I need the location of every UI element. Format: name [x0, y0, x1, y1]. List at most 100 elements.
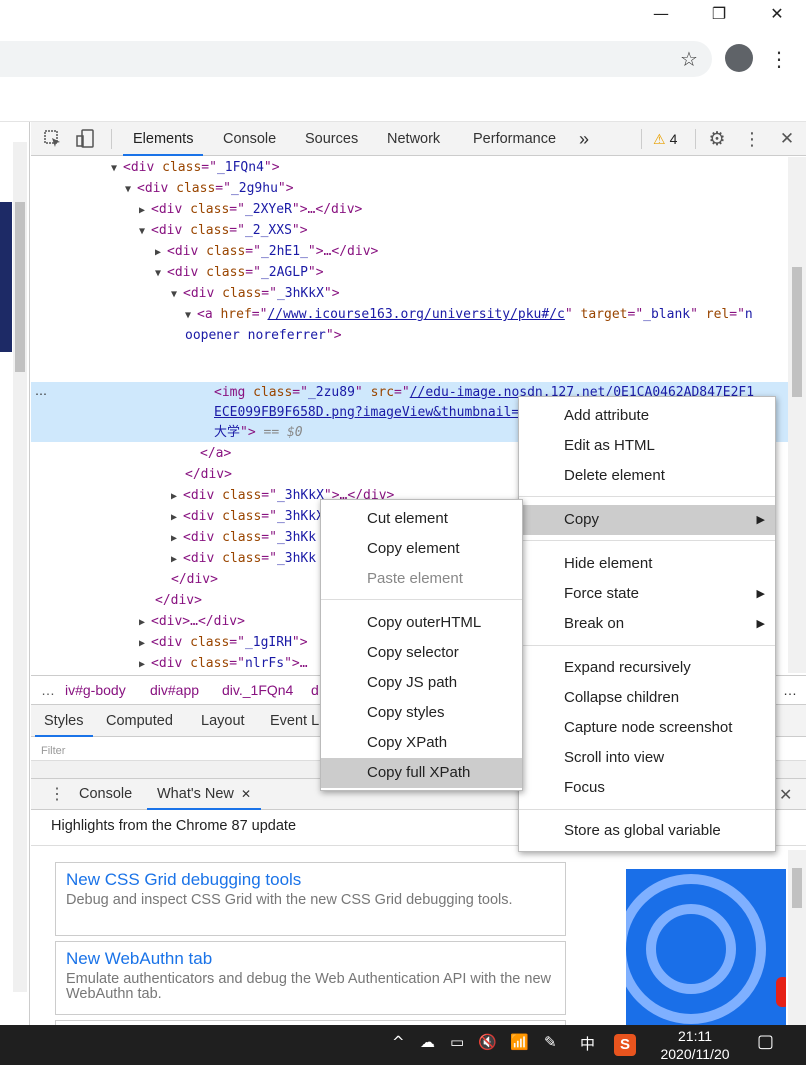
- node-ellipsis-icon[interactable]: …: [35, 382, 47, 403]
- more-tabs-icon[interactable]: »: [579, 122, 589, 156]
- menu-item-copy-label: Copy: [564, 511, 600, 528]
- dom-line[interactable]: </div>: [185, 464, 232, 485]
- dom-line[interactable]: ▼ <div class="_1FQn4">: [111, 157, 280, 178]
- warnings-counter[interactable]: ⚠ 4: [653, 122, 677, 156]
- tab-styles[interactable]: Styles: [35, 705, 93, 737]
- menu-item-collapse-children[interactable]: Collapse children: [519, 683, 775, 713]
- menu-item-copy-full-xpath[interactable]: Copy full XPath: [321, 758, 522, 788]
- promo-video-thumbnail[interactable]: [626, 869, 786, 1025]
- dom-line[interactable]: ▼ <div class="_2_XXS">: [139, 220, 308, 241]
- dom-line[interactable]: ▶ <div class="_3hKk: [171, 548, 316, 569]
- ime-indicator[interactable]: 中: [580, 1033, 595, 1054]
- settings-gear-icon[interactable]: ⚙: [705, 126, 729, 152]
- drawer-tab-console[interactable]: Console: [69, 779, 142, 810]
- dom-line[interactable]: </div>: [171, 569, 218, 590]
- notification-icon[interactable]: ▢: [757, 1031, 774, 1052]
- dom-line[interactable]: ▶ <div class="nlrFs">…: [139, 653, 308, 673]
- browser-menu-icon[interactable]: ⋮: [769, 46, 789, 72]
- tray-overflow-icon[interactable]: ^: [392, 1033, 405, 1051]
- dom-line[interactable]: ▶ <div class="_3hKk: [171, 527, 316, 548]
- card-description: Debug and inspect CSS Grid with the new …: [66, 892, 513, 908]
- menu-item-hide-element[interactable]: Hide element: [519, 549, 775, 579]
- page-sliver: [0, 122, 30, 1025]
- card-title[interactable]: New CSS Grid debugging tools: [66, 869, 555, 891]
- menu-item-store-as-global-variable[interactable]: Store as global variable: [519, 816, 775, 846]
- tab-console[interactable]: Console: [213, 122, 286, 156]
- menu-item-focus[interactable]: Focus: [519, 773, 775, 803]
- menu-item-force-state-label: Force state: [564, 585, 640, 602]
- card-title[interactable]: New WebAuthn tab: [66, 948, 555, 970]
- menu-item-expand-recursively[interactable]: Expand recursively: [519, 653, 775, 683]
- menu-item-add-attribute[interactable]: Add attribute: [519, 401, 775, 431]
- profile-icon[interactable]: [725, 44, 753, 72]
- warning-icon: ⚠: [653, 132, 666, 148]
- dom-line[interactable]: ▶ <div>…</div>: [139, 611, 245, 632]
- tab-computed[interactable]: Computed: [97, 705, 182, 737]
- menu-item-copy-outerhtml[interactable]: Copy outerHTML: [321, 608, 522, 638]
- dom-line[interactable]: ▶ <div class="_2XYeR">…</div>: [139, 199, 362, 220]
- tab-sources[interactable]: Sources: [295, 122, 368, 156]
- dom-line-selected[interactable]: 大学"> == $0: [214, 422, 303, 443]
- menu-item-force-state[interactable]: Force state ▶: [519, 579, 775, 609]
- dom-line[interactable]: oopener noreferrer">: [185, 325, 342, 346]
- breadcrumb-item[interactable]: div#app: [150, 682, 199, 698]
- cloud-icon[interactable]: ☁: [420, 1033, 435, 1051]
- devtools-close-icon[interactable]: ✕: [775, 126, 799, 152]
- devtools-toolbar: Elements Console Sources Network Perform…: [31, 122, 806, 156]
- drawer-scrollbar[interactable]: [788, 850, 806, 1025]
- clock[interactable]: 21:11 2020/11/20: [650, 1027, 740, 1063]
- menu-item-copy-styles[interactable]: Copy styles: [321, 698, 522, 728]
- pen-icon[interactable]: ✎: [544, 1033, 557, 1051]
- inspect-element-icon[interactable]: [43, 129, 63, 149]
- breadcrumb-item[interactable]: d: [311, 682, 319, 698]
- battery-icon[interactable]: ▭: [450, 1033, 464, 1051]
- whats-new-card[interactable]: New CSS Grid debugging tools Debug and i…: [55, 862, 566, 936]
- menu-item-copy-xpath[interactable]: Copy XPath: [321, 728, 522, 758]
- dom-line[interactable]: ▶ <div class="_2hE1_">…</div>: [155, 241, 378, 262]
- drawer-tab-whats-new[interactable]: What's New ✕: [147, 779, 261, 810]
- menu-item-cut-element[interactable]: Cut element: [321, 504, 522, 534]
- page-scrollbar[interactable]: [13, 142, 27, 992]
- tab-elements[interactable]: Elements: [123, 122, 204, 156]
- close-tab-icon[interactable]: ✕: [241, 787, 251, 801]
- close-icon[interactable]: ✕: [748, 0, 806, 26]
- devtools-menu-icon[interactable]: ⋮: [743, 126, 761, 152]
- dom-line[interactable]: ▼ <div class="_2AGLP">: [155, 262, 324, 283]
- menu-item-copy-element[interactable]: Copy element: [321, 534, 522, 564]
- minimize-icon[interactable]: —: [632, 0, 690, 26]
- tab-performance[interactable]: Performance: [463, 122, 566, 156]
- menu-item-copy-js-path[interactable]: Copy JS path: [321, 668, 522, 698]
- maximize-icon[interactable]: ❐: [690, 0, 748, 26]
- elements-scrollbar[interactable]: [788, 157, 806, 673]
- drawer-menu-icon[interactable]: ⋮: [49, 779, 65, 810]
- breadcrumb-item[interactable]: div._1FQn4: [222, 682, 293, 698]
- dom-line[interactable]: ▼ <div class="_3hKkX">: [171, 283, 340, 304]
- menu-item-break-on[interactable]: Break on ▶: [519, 609, 775, 639]
- menu-item-copy-selector[interactable]: Copy selector: [321, 638, 522, 668]
- network-icon[interactable]: 📶: [510, 1033, 529, 1051]
- tab-layout[interactable]: Layout: [192, 705, 254, 737]
- bookmark-star-icon[interactable]: ☆: [676, 47, 702, 71]
- breadcrumb-ellipsis[interactable]: …: [41, 682, 55, 698]
- dom-line[interactable]: </div>: [155, 590, 202, 611]
- dom-line[interactable]: ▶ <div class="_1gIRH">: [139, 632, 308, 653]
- menu-item-scroll-into-view[interactable]: Scroll into view: [519, 743, 775, 773]
- dom-line[interactable]: ▼ <div class="_2g9hu">: [125, 178, 294, 199]
- dom-line[interactable]: </a>: [200, 443, 231, 464]
- filter-input[interactable]: Filter: [41, 745, 65, 757]
- card-description: Emulate authenticators and debug the Web…: [66, 971, 551, 1002]
- sogou-ime-icon[interactable]: S: [614, 1034, 636, 1056]
- menu-item-copy[interactable]: Copy ▶: [519, 505, 775, 535]
- dom-line[interactable]: ▼ <a href="//www.icourse163.org/universit…: [185, 304, 753, 325]
- drawer-close-icon[interactable]: ✕: [779, 779, 792, 810]
- breadcrumb-more-icon[interactable]: …: [783, 682, 797, 698]
- menu-item-edit-as-html[interactable]: Edit as HTML: [519, 431, 775, 461]
- omnibox[interactable]: [0, 41, 712, 77]
- tab-network[interactable]: Network: [377, 122, 450, 156]
- device-toolbar-icon[interactable]: [75, 129, 97, 149]
- menu-item-capture-node-screenshot[interactable]: Capture node screenshot: [519, 713, 775, 743]
- whats-new-card[interactable]: New WebAuthn tab Emulate authenticators …: [55, 941, 566, 1015]
- volume-muted-icon[interactable]: 🔇: [478, 1033, 497, 1051]
- breadcrumb-item[interactable]: iv#g-body: [65, 682, 126, 698]
- menu-item-delete-element[interactable]: Delete element: [519, 461, 775, 491]
